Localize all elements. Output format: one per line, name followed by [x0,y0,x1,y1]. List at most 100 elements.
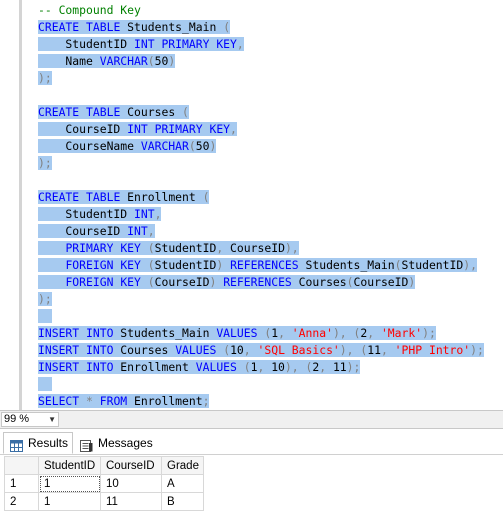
code-token [326,360,333,374]
code-line[interactable]: CREATE TABLE Students_Main ( [38,19,231,36]
column-header-grade[interactable]: Grade [161,456,204,475]
grid-icon [10,437,23,452]
code-token: INT [127,224,148,238]
code-token: ( [147,275,155,289]
code-token: ); [38,71,52,85]
code-token [79,343,87,357]
code-line[interactable]: CREATE TABLE Courses ( [38,104,189,121]
code-line[interactable]: SELECT * FROM Enrollment; [38,393,210,410]
code-token: 50 [195,139,210,153]
code-line[interactable]: INSERT INTO Courses VALUES (10, 'SQL Bas… [38,342,484,359]
table-cell[interactable]: A [161,474,204,493]
table-row[interactable]: 1 1 10 A [4,474,204,493]
tab-results[interactable]: Results [3,432,73,454]
code-token: ; [202,394,210,408]
code-token: INSERT [38,343,80,357]
code-line[interactable]: ); [38,70,52,87]
code-token: PRIMARY [65,241,114,255]
code-token [79,360,87,374]
code-line[interactable]: StudentID INT PRIMARY KEY, [38,36,244,53]
code-token: , [243,343,251,357]
code-line[interactable]: -- Compound Key [38,2,141,19]
code-token: Enrollment [120,190,203,204]
code-token: PRIMARY [154,122,203,136]
code-line[interactable]: Name VARCHAR(50) [38,53,176,70]
code-line[interactable]: CREATE TABLE Enrollment ( [38,189,210,206]
code-token: ), [339,343,354,357]
code-token [38,258,66,272]
code-token: INSERT [38,360,80,374]
code-token: INT [127,122,148,136]
column-header-courseid[interactable]: CourseID [100,456,162,475]
code-line[interactable]: FOREIGN KEY (StudentID) REFERENCES Stude… [38,257,477,274]
code-token: ) [408,275,416,289]
code-token [79,190,87,204]
code-token: ( [147,258,155,272]
results-tab-strip: Results Messages [0,430,503,455]
code-token [140,258,148,272]
code-token: CREATE [38,190,80,204]
tab-messages[interactable]: Messages [74,432,156,454]
code-token: ), [463,258,477,272]
code-token: INT [134,37,155,51]
horizontal-scrollbar[interactable] [64,414,498,425]
code-token: 10 [230,343,244,357]
selection-fill [38,309,52,323]
table-cell[interactable]: 11 [100,492,162,511]
code-token: StudentID [38,207,135,221]
code-token: Students_Main [113,326,217,340]
code-line[interactable]: ); [38,291,52,308]
code-token: , [147,224,155,238]
code-token [387,343,395,357]
code-token: ); [38,292,52,306]
messages-icon [80,437,93,452]
row-number-cell[interactable]: 2 [4,492,39,511]
code-line[interactable]: CourseName VARCHAR(50) [38,138,217,155]
code-token [284,326,292,340]
code-token: 'Anna' [291,326,333,340]
code-line[interactable] [38,308,52,325]
table-cell[interactable]: B [161,492,204,511]
editor-status-bar: 99 % ▼ [0,410,503,429]
code-token: , [236,37,244,51]
code-line[interactable]: FOREIGN KEY (CourseID) REFERENCES Course… [38,274,416,291]
code-token: ); [470,343,484,357]
results-table: StudentID CourseID Grade 1 1 10 A 2 1 11… [4,456,204,511]
code-token: KEY [120,275,141,289]
results-grid[interactable]: StudentID CourseID Grade 1 1 10 A 2 1 11… [0,455,503,517]
zoom-dropdown[interactable]: 99 % ▼ [1,412,59,427]
code-token: INTO [86,360,114,374]
tab-results-label: Results [28,436,69,450]
code-token: FOREIGN [65,258,114,272]
table-row[interactable]: 2 1 11 B [4,492,204,511]
table-cell[interactable]: 1 [38,492,101,511]
code-token: INSERT [38,326,80,340]
code-token: 'SQL Basics' [257,343,340,357]
sql-editor[interactable]: -- Compound Key CREATE TABLE Students_Mai… [0,0,503,410]
table-cell[interactable]: 10 [100,474,162,493]
code-line[interactable] [38,376,52,393]
column-header-studentid[interactable]: StudentID [38,456,101,475]
code-token: REFERENCES [230,258,299,272]
code-line[interactable]: CourseID INT, [38,223,155,240]
code-token: ), [284,241,299,255]
row-number-cell[interactable]: 1 [4,474,39,493]
code-line[interactable]: INSERT INTO Students_Main VALUES (1, 'An… [38,325,436,342]
code-line[interactable]: ); [38,155,52,172]
table-cell[interactable]: 1 [38,474,101,493]
code-line[interactable]: INSERT INTO Enrollment VALUES (1, 10), (… [38,359,361,376]
code-token: Students_Main [298,258,395,272]
code-line[interactable]: CourseID INT PRIMARY KEY, [38,121,237,138]
row-number-header[interactable] [4,456,39,475]
code-token: ), [332,326,347,340]
code-token: CourseID [353,275,409,289]
code-token: VARCHAR [140,139,189,153]
code-token: CourseName [38,139,141,153]
code-token: CourseID [223,241,285,255]
code-token [79,394,87,408]
code-token [298,360,306,374]
code-line[interactable]: PRIMARY KEY (StudentID, CourseID), [38,240,299,257]
code-area[interactable]: -- Compound Key CREATE TABLE Students_Mai… [38,0,503,410]
code-token: Name [38,54,100,68]
code-line[interactable]: StudentID INT, [38,206,162,223]
